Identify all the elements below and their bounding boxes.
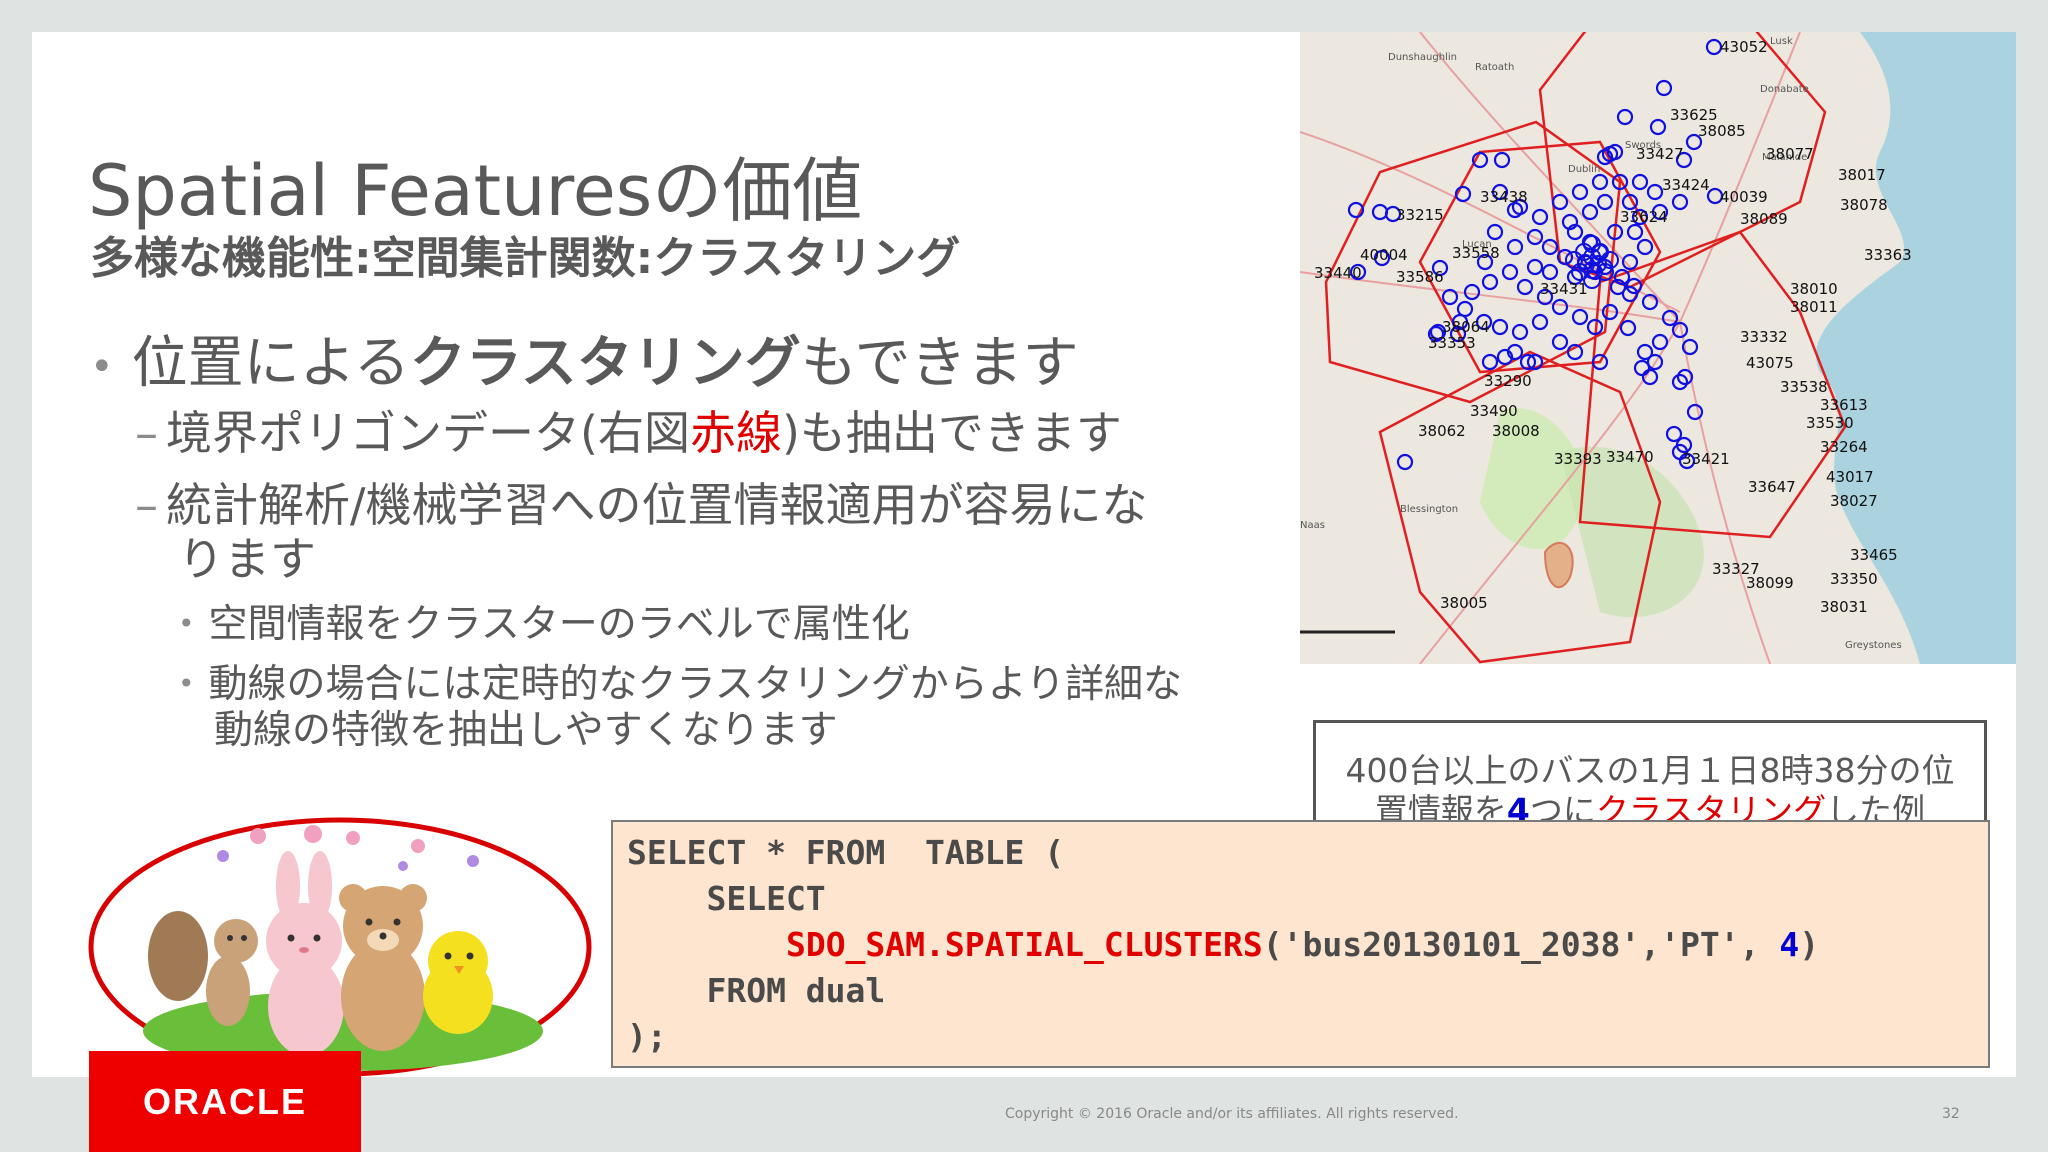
svg-text:33350: 33350 (1830, 570, 1878, 588)
bullet1-text-post: もできます (800, 331, 1079, 396)
page-title: Spatial Featuresの価値 (88, 150, 863, 232)
place-lusk: Lusk (1770, 36, 1793, 47)
code-line5: ); (627, 1017, 667, 1056)
svg-text:38062: 38062 (1418, 422, 1466, 440)
bullet2a-red: 赤線 (689, 406, 782, 460)
bullet-level2-ml-cont: ります (178, 532, 316, 586)
svg-text:33431: 33431 (1540, 280, 1588, 298)
svg-text:33470: 33470 (1606, 448, 1654, 466)
bullet2a-pre: 境界ポリゴンデータ(右図 (166, 406, 690, 460)
bullet-level3-flow: • 動線の場合には定時的なクラスタリングからより詳細な (178, 662, 1182, 711)
place-naas: Naas (1300, 520, 1325, 531)
page-number: 32 (1942, 1106, 1960, 1122)
bear-icon (339, 884, 427, 1051)
code-line4: FROM dual (627, 971, 886, 1010)
svg-text:33421: 33421 (1682, 450, 1730, 468)
map-reservoir (1543, 541, 1574, 589)
bullet-dot-icon: • (178, 607, 195, 640)
svg-text:38005: 38005 (1440, 594, 1488, 612)
code-close-paren: ) (1799, 925, 1820, 964)
svg-text:33438: 33438 (1480, 188, 1528, 206)
bullet-level2-polygon: – 境界ポリゴンデータ(右図赤線)も抽出できます (135, 406, 1122, 460)
code-line2: SELECT (627, 879, 826, 918)
svg-text:38077: 38077 (1766, 145, 1814, 163)
svg-text:38085: 38085 (1698, 122, 1746, 140)
svg-text:38017: 38017 (1838, 166, 1886, 184)
svg-text:43052: 43052 (1720, 38, 1768, 56)
svg-text:38008: 38008 (1492, 422, 1540, 440)
bullet-level3-label: • 空間情報をクラスターのラベルで属性化 (178, 602, 910, 651)
place-dublin: Dublin (1568, 164, 1600, 175)
bullet2a-post: )も抽出できます (781, 406, 1122, 460)
dash-icon: – (135, 406, 158, 460)
cluster-map: Lusk Dunshaughlin Ratoath Donabate Sword… (1300, 32, 2016, 664)
chick-icon (423, 931, 493, 1034)
code-function-name: SDO_SAM.SPATIAL_CLUSTERS (785, 925, 1263, 964)
place-ratoath: Ratoath (1475, 62, 1514, 73)
code-line3: SDO_SAM.SPATIAL_CLUSTERS('bus20130101_20… (627, 922, 1974, 968)
dash-icon: – (135, 478, 158, 532)
bullet3b-line1: 動線の場合には定時的なクラスタリングからより詳細な (208, 662, 1182, 707)
svg-text:33264: 33264 (1820, 438, 1868, 456)
animals-illustration (88, 817, 592, 1077)
svg-text:38011: 38011 (1790, 298, 1838, 316)
svg-text:33427: 33427 (1636, 145, 1684, 163)
svg-text:33393: 33393 (1554, 450, 1602, 468)
svg-text:33613: 33613 (1820, 396, 1868, 414)
svg-text:43017: 43017 (1826, 468, 1874, 486)
svg-text:33424: 33424 (1662, 176, 1710, 194)
svg-text:33440: 33440 (1314, 264, 1362, 282)
place-blessington: Blessington (1400, 504, 1458, 515)
code-line1: SELECT * FROM TABLE ( (627, 833, 1065, 872)
bullet3a-text: 空間情報をクラスターのラベルで属性化 (208, 602, 910, 647)
sql-code-block: SELECT * FROM TABLE ( SELECT SDO_SAM.SPA… (611, 820, 1990, 1068)
caption-line1: 400台以上のバスの1月１日8時38分の位 (1345, 751, 1955, 790)
svg-text:38031: 38031 (1820, 598, 1868, 616)
svg-text:33465: 33465 (1850, 546, 1898, 564)
svg-text:33624: 33624 (1620, 208, 1668, 226)
svg-text:38089: 38089 (1740, 210, 1788, 228)
code-args: ('bus20130101_2038','PT', (1262, 925, 1780, 964)
bullet-dot-icon: • (178, 667, 195, 700)
bullet-dot-icon: • (90, 343, 114, 390)
svg-text:33290: 33290 (1484, 372, 1532, 390)
svg-text:33353: 33353 (1428, 334, 1476, 352)
code-cluster-count: 4 (1779, 925, 1800, 964)
svg-text:33332: 33332 (1740, 328, 1788, 346)
page-subtitle: 多様な機能性:空間集計関数:クラスタリング (90, 233, 961, 284)
bullet1-text-pre: 位置による (131, 331, 410, 396)
svg-text:38027: 38027 (1830, 492, 1878, 510)
copyright-text: Copyright © 2016 Oracle and/or its affil… (1005, 1106, 1459, 1122)
bullet1-text-bold: クラスタリング (409, 331, 801, 396)
svg-text:33558: 33558 (1452, 244, 1500, 262)
svg-text:33647: 33647 (1748, 478, 1796, 496)
svg-text:43075: 43075 (1746, 354, 1794, 372)
svg-text:38010: 38010 (1790, 280, 1838, 298)
place-donabate: Donabate (1760, 84, 1809, 95)
svg-text:38099: 38099 (1746, 574, 1794, 592)
place-greystones: Greystones (1845, 640, 1902, 651)
bullet2b-line1: 統計解析/機械学習への位置情報適用が容易にな (166, 478, 1148, 532)
svg-text:33215: 33215 (1396, 206, 1444, 224)
bullet-level2-ml: – 統計解析/機械学習への位置情報適用が容易にな (135, 478, 1148, 532)
place-dunshaughlin: Dunshaughlin (1388, 52, 1457, 63)
svg-text:33363: 33363 (1864, 246, 1912, 264)
bullet-level1: • 位置によるクラスタリングもできます (90, 318, 1079, 399)
bullet-level3-flow-cont: 動線の特徴を抽出しやすくなります (214, 708, 838, 753)
oracle-logo: ORACLE (89, 1051, 361, 1152)
svg-text:33490: 33490 (1470, 402, 1518, 420)
svg-text:40004: 40004 (1360, 246, 1408, 264)
svg-text:33538: 33538 (1780, 378, 1828, 396)
svg-text:33586: 33586 (1396, 268, 1444, 286)
svg-text:33530: 33530 (1806, 414, 1854, 432)
svg-text:40039: 40039 (1720, 188, 1768, 206)
svg-text:38078: 38078 (1840, 196, 1888, 214)
